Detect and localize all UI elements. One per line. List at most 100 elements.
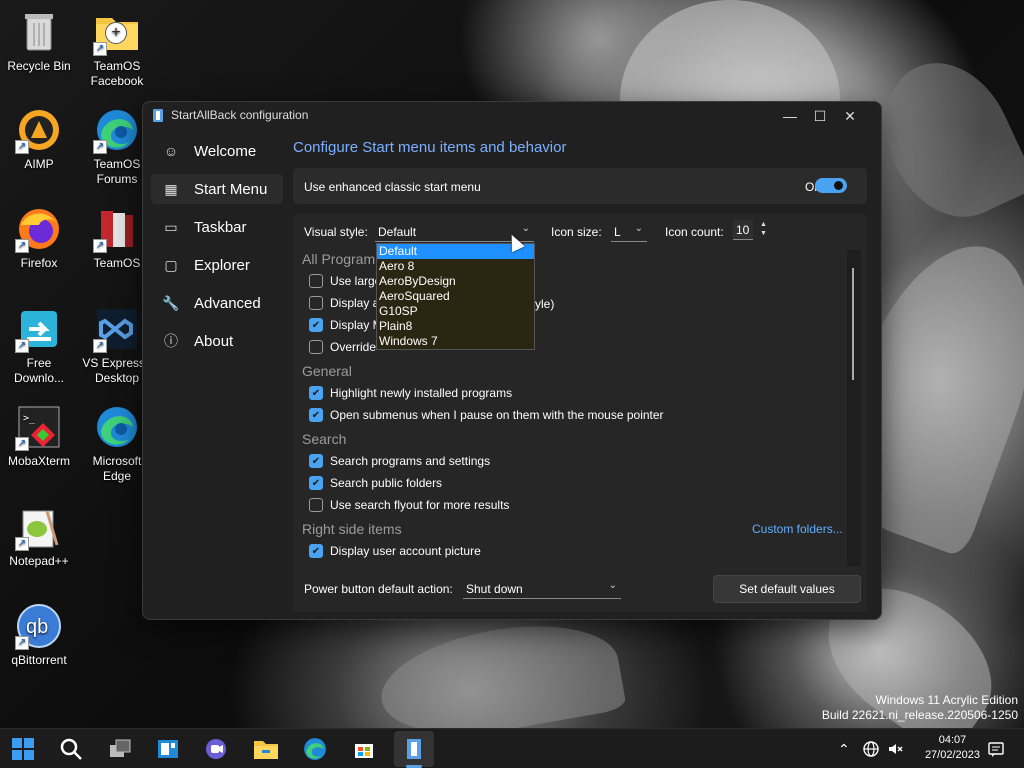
visual-studio-icon: ↗	[93, 305, 141, 353]
task-view-icon[interactable]	[106, 735, 134, 763]
checkbox-open-submenus[interactable]: ✔ Open submenus when I pause on them wit…	[309, 408, 664, 422]
checkbox-use-large[interactable]: Use large	[309, 274, 381, 288]
edge-icon: ↗	[93, 106, 141, 154]
store-icon[interactable]	[350, 735, 378, 763]
nav-item-explorer[interactable]: ▢ Explorer	[151, 250, 283, 280]
taskbar-clock[interactable]: 04:07 27/02/2023	[925, 733, 980, 763]
firefox-icon: ↗	[15, 205, 63, 253]
shortcut-arrow-icon: ↗	[15, 537, 29, 551]
startallback-window: StartAllBack configuration — ☐ ✕ ☺ Welco…	[142, 101, 882, 620]
power-button-label: Power button default action:	[304, 582, 453, 596]
network-globe-icon[interactable]	[862, 729, 880, 768]
checkbox-user-account-picture[interactable]: ✔ Display user account picture	[309, 544, 481, 558]
dropdown-option[interactable]: Plain8	[377, 319, 534, 334]
checkbox-highlight-new-programs[interactable]: ✔ Highlight newly installed programs	[309, 386, 512, 400]
desktop-icon-label: MobaXterm	[7, 454, 71, 468]
checkbox-label-suffix: yle)	[535, 297, 555, 311]
folder-icon: ↗ +	[93, 8, 141, 56]
icon-count-label: Icon count:	[665, 225, 724, 239]
taskbar: ⌃ 04:07 27/02/2023	[0, 728, 1024, 768]
power-button-value: Shut down	[466, 582, 523, 596]
nav-item-taskbar[interactable]: ▭ Taskbar	[151, 212, 283, 242]
checkbox-box	[309, 340, 323, 354]
desktop-icon-free-download[interactable]: ↗ Free Downlo...	[0, 305, 78, 386]
checkbox-checked-icon: ✔	[309, 386, 323, 400]
checkbox-label: Search programs and settings	[330, 454, 491, 468]
minimize-button[interactable]: —	[775, 102, 805, 130]
desktop-icon-qbittorrent[interactable]: qb ↗ qBittorrent	[0, 602, 78, 668]
set-default-values-button[interactable]: Set default values	[713, 575, 861, 603]
shortcut-arrow-icon: ↗	[93, 140, 107, 154]
widgets-icon[interactable]	[154, 735, 182, 763]
desktop-icon-firefox[interactable]: ↗ Firefox	[0, 205, 78, 271]
dropdown-option[interactable]: AeroByDesign	[377, 274, 534, 289]
notifications-icon[interactable]	[987, 729, 1005, 768]
shortcut-arrow-icon: ↗	[15, 140, 29, 154]
desktop-icon-mobaxterm[interactable]: >_ ↗ MobaXterm	[0, 403, 78, 469]
icon-count-spinner[interactable]: ▲ ▼	[760, 220, 767, 238]
desktop-icon-label: Notepad++	[9, 554, 69, 568]
shortcut-arrow-icon: ↗	[15, 437, 29, 451]
startallback-icon[interactable]	[400, 735, 428, 763]
chevron-down-icon: ⌄	[634, 223, 643, 234]
search-icon[interactable]	[57, 735, 85, 763]
icon-count-input[interactable]: 10	[733, 220, 753, 240]
section-all-programs: All Program	[302, 251, 376, 267]
checkbox-label: Use large	[330, 274, 382, 288]
checkbox-search-programs[interactable]: ✔ Search programs and settings	[309, 454, 490, 468]
checkbox-override[interactable]: Override	[309, 340, 376, 354]
checkbox-box	[309, 498, 323, 512]
file-explorer-icon[interactable]	[252, 735, 280, 763]
custom-folders-link[interactable]: Custom folders...	[752, 522, 843, 536]
checkbox-checked-icon: ✔	[309, 318, 323, 332]
power-button-select[interactable]: Shut down ⌄	[463, 577, 621, 599]
start-menu-icon: ▦	[164, 180, 178, 197]
checkbox-box	[309, 274, 323, 288]
aimp-icon: ↗	[15, 106, 63, 154]
desktop-icon-notepadpp[interactable]: ↗ Notepad++	[0, 503, 78, 569]
desktop-icon-label: qBittorrent	[11, 653, 67, 667]
icon-size-select[interactable]: L ⌄	[611, 220, 647, 242]
chevron-down-icon: ⌄	[521, 223, 530, 234]
desktop-icon-teamos-facebook[interactable]: ↗ + TeamOS Facebook	[78, 8, 156, 89]
checkbox-display-a[interactable]: Display a	[309, 296, 379, 310]
shortcut-arrow-icon: ↗	[15, 636, 29, 650]
desktop-icon-label: Firefox	[20, 256, 58, 270]
enhanced-start-menu-label: Use enhanced classic start menu	[304, 180, 481, 194]
nav-item-label: Advanced	[194, 294, 261, 312]
clock-time: 04:07	[938, 734, 967, 746]
mobaxterm-icon: >_ ↗	[15, 403, 63, 451]
close-button[interactable]: ✕	[835, 102, 865, 130]
enhanced-start-menu-toggle[interactable]	[815, 178, 847, 193]
edge-icon	[93, 403, 141, 451]
teams-chat-icon[interactable]	[202, 735, 230, 763]
desktop-icon-aimp[interactable]: ↗ AIMP	[0, 106, 78, 172]
start-icon[interactable]	[9, 735, 37, 763]
checkbox-display-m[interactable]: ✔ Display M	[309, 318, 383, 332]
dropdown-option[interactable]: AeroSquared	[377, 289, 534, 304]
dropdown-option[interactable]: G10SP	[377, 304, 534, 319]
checkbox-search-flyout[interactable]: Use search flyout for more results	[309, 498, 509, 512]
clock-overlay-icon: +	[105, 22, 127, 44]
maximize-button[interactable]: ☐	[805, 102, 835, 130]
checkbox-label: Display a	[330, 296, 380, 310]
volume-muted-icon[interactable]	[887, 729, 905, 768]
dropdown-option[interactable]: Windows 7	[377, 334, 534, 349]
checkbox-box	[309, 296, 323, 310]
tray-overflow-chevron-icon[interactable]: ⌃	[838, 729, 850, 768]
title-bar[interactable]: StartAllBack configuration — ☐ ✕	[143, 102, 881, 130]
dropdown-option[interactable]: Aero 8	[377, 259, 534, 274]
nav-item-welcome[interactable]: ☺ Welcome	[151, 136, 283, 166]
scrollbar-thumb[interactable]	[852, 268, 854, 380]
nav-item-advanced[interactable]: 🔧 Advanced	[151, 288, 283, 318]
checkbox-search-public-folders[interactable]: ✔ Search public folders	[309, 476, 442, 490]
svg-text:qb: qb	[26, 616, 48, 638]
desktop-icon-recycle-bin[interactable]: Recycle Bin	[0, 8, 78, 74]
nav-item-label: Taskbar	[194, 218, 247, 236]
scrollbar[interactable]	[847, 250, 861, 566]
nav-item-start-menu[interactable]: ▦ Start Menu	[151, 174, 283, 204]
edge-icon[interactable]	[301, 735, 329, 763]
nav-item-about[interactable]: ⓘ About	[151, 326, 283, 356]
startallback-app-icon	[153, 109, 163, 122]
desktop-icon-label: TeamOS Facebook	[90, 59, 144, 88]
